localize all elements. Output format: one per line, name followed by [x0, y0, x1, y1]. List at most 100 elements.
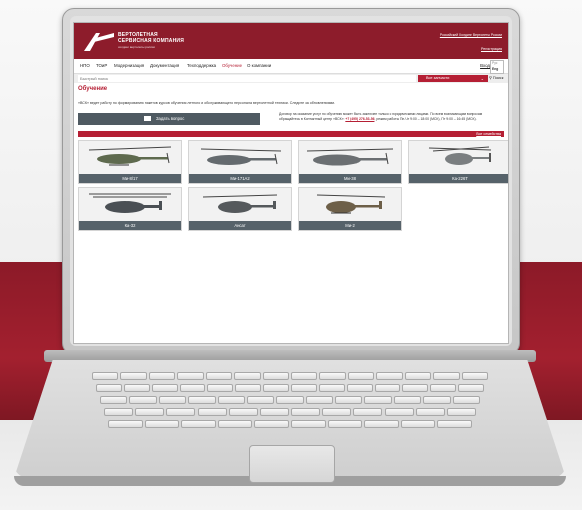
register-link[interactable]: Регистрация: [481, 47, 502, 51]
nav-item-support[interactable]: Техподдержка: [187, 63, 216, 68]
parts-select[interactable]: Все запчасти ⌄: [418, 75, 488, 82]
keyboard-key: [291, 384, 317, 392]
logo-text-line2: СЕРВИСНАЯ КОМПАНИЯ: [118, 38, 185, 44]
phone-link[interactable]: +7 (495) 276-53-56: [345, 117, 374, 121]
helicopter-card-label: Ми-171А2: [189, 174, 291, 183]
helicopter-ansat-image: [189, 188, 291, 221]
notice-text-2: , режим работы Пн-Чт 9:00 – 18:00 (МСК),…: [374, 117, 477, 122]
search-icon: ⚲: [489, 76, 492, 80]
helicopter-card-label: Ми-38: [299, 174, 401, 183]
keyboard-key: [100, 396, 128, 404]
keyboard-key: [384, 408, 414, 416]
keyboard-key: [461, 372, 488, 380]
nav-item-training[interactable]: Обучение: [222, 63, 242, 68]
nav-item-npo[interactable]: НПО: [80, 63, 90, 68]
lang-option-en[interactable]: Eng: [492, 67, 498, 71]
language-switcher[interactable]: Рус Eng: [490, 60, 504, 74]
keyboard-key: [318, 384, 345, 392]
keyboard-key: [151, 384, 178, 392]
page-title: Обучение: [78, 86, 108, 92]
keyboard-key: [158, 396, 187, 404]
keyboard-key: [254, 420, 289, 428]
search-button[interactable]: ⚲ Поиск: [489, 75, 507, 82]
keyboard-key: [364, 420, 399, 428]
keyboard-key: [217, 420, 253, 428]
keyboard-key: [446, 408, 476, 416]
keyboard-key: [262, 372, 289, 380]
keyboard-key: [433, 372, 460, 380]
keyboard-key: [96, 384, 122, 392]
keyboard-key: [228, 408, 258, 416]
helicopter-ka226t-image: [409, 141, 508, 174]
helicopter-card-ka226t[interactable]: Ка-226Т: [408, 140, 508, 184]
keyboard-key: [188, 396, 216, 404]
helicopter-card-label: Ми-2: [299, 221, 401, 230]
lang-option-ru[interactable]: Рус: [492, 61, 497, 65]
mail-icon: [144, 116, 151, 121]
keyboard-key: [179, 384, 206, 392]
keyboard-key: [234, 372, 261, 380]
keyboard-key: [415, 408, 445, 416]
helicopter-card-label: Ка-32: [79, 221, 181, 230]
contract-notice: Договор на оказание услуг по обучению мо…: [279, 112, 504, 122]
keyboard-key: [104, 408, 134, 416]
ask-question-button[interactable]: Задать вопрос: [78, 113, 260, 125]
logo-icon[interactable]: [84, 31, 114, 51]
chevron-down-icon: ⌄: [480, 76, 484, 81]
keyboard-key: [437, 420, 472, 428]
keyboard-key: [129, 396, 157, 404]
keyboard-key: [400, 420, 436, 428]
helicopter-card-ka32[interactable]: Ка-32: [78, 187, 182, 231]
keyboard-key: [305, 396, 334, 404]
nav-item-modernization[interactable]: Модернизация: [114, 63, 144, 68]
ask-question-label: Задать вопрос: [156, 116, 185, 121]
keyboard-key: [148, 372, 176, 380]
intro-text: «ВСК» ведет работу по формированию пакет…: [78, 101, 336, 105]
keyboard-key: [393, 396, 422, 404]
keyboard-key: [335, 396, 363, 404]
keyboard-key: [402, 384, 429, 392]
keyboard-key: [144, 420, 180, 428]
helicopter-card-mi2[interactable]: Ми-2: [298, 187, 402, 231]
keyboard-key: [235, 384, 262, 392]
keyboard-key: [376, 372, 403, 380]
helicopter-card-label: Ми-8/17: [79, 174, 181, 183]
main-nav: НПО ТОиР Модернизация Документация Техпо…: [74, 59, 508, 74]
keyboard-key: [123, 384, 150, 392]
all-families-link[interactable]: Все семейства: [476, 131, 501, 137]
keyboard-key: [319, 372, 346, 380]
keyboard-key: [108, 420, 143, 428]
site-header: ВЕРТОЛЕТНАЯ СЕРВИСНАЯ КОМПАНИЯ холдинг в…: [74, 23, 508, 59]
keyboard-key: [181, 420, 216, 428]
keyboard-key: [177, 372, 204, 380]
search-bar: Все запчасти ⌄ ⚲ Поиск: [74, 74, 508, 83]
keyboard-key: [327, 420, 363, 428]
laptop-screen: ВЕРТОЛЕТНАЯ СЕРВИСНАЯ КОМПАНИЯ холдинг в…: [73, 22, 509, 344]
nav-item-about[interactable]: О компании: [247, 63, 271, 68]
holding-link[interactable]: Российский Холдинг Вертолеты России: [440, 33, 502, 37]
keyboard-key: [291, 408, 321, 416]
helicopter-card-label: Ка-226Т: [409, 174, 508, 183]
logo-subtitle: холдинг вертолеты россии: [118, 45, 155, 49]
helicopter-card-mi171a2[interactable]: Ми-171А2: [188, 140, 292, 184]
nav-item-documentation[interactable]: Документация: [150, 63, 179, 68]
keyboard-key: [217, 396, 245, 404]
keyboard-key: [166, 408, 196, 416]
keyboard-key: [458, 384, 484, 392]
keyboard-key: [452, 396, 480, 404]
helicopter-mi171a2-image: [189, 141, 291, 174]
keyboard-key: [374, 384, 401, 392]
helicopter-card-ansat[interactable]: Ансат: [188, 187, 292, 231]
keyboard-key: [207, 384, 234, 392]
helicopter-card-mi8[interactable]: Ми-8/17: [78, 140, 182, 184]
keyboard-key: [346, 384, 373, 392]
keyboard-key: [276, 396, 304, 404]
helicopter-card-mi38[interactable]: Ми-38: [298, 140, 402, 184]
keyboard-key: [353, 408, 383, 416]
helicopter-card-label: Ансат: [189, 221, 291, 230]
keyboard-key: [263, 384, 289, 392]
nav-item-toir[interactable]: ТОиР: [96, 63, 107, 68]
keyboard-key: [205, 372, 233, 380]
login-link[interactable]: Вход: [480, 63, 490, 68]
search-input[interactable]: [78, 75, 416, 82]
